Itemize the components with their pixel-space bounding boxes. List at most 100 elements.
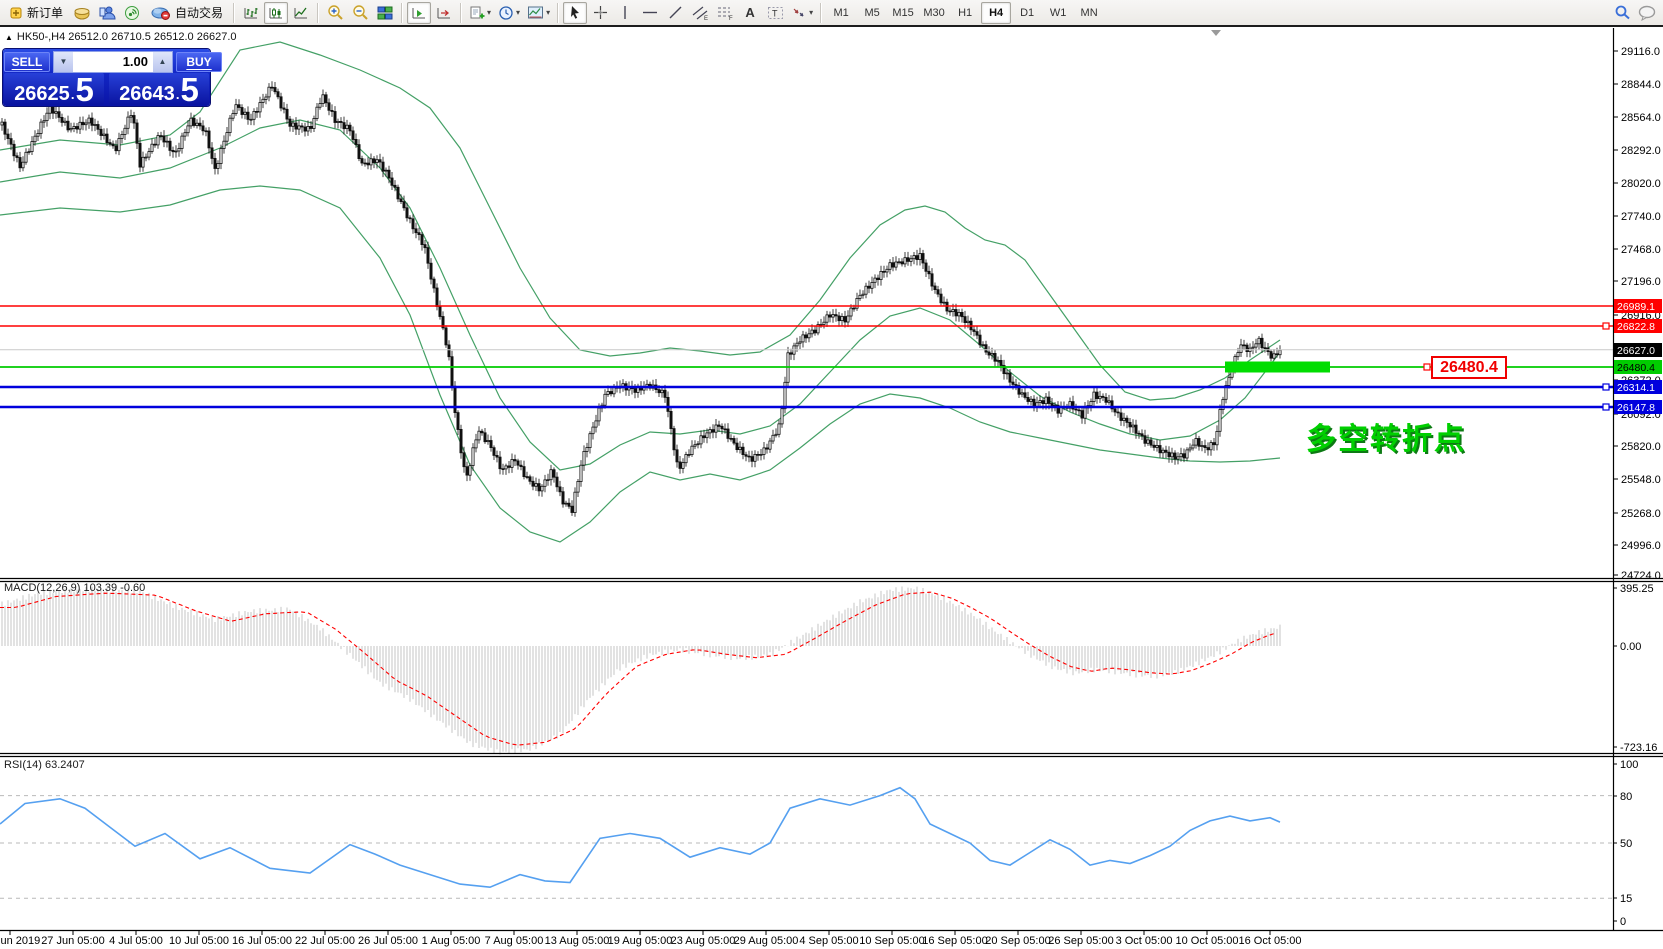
zoom-out-button[interactable] bbox=[348, 2, 372, 24]
separator bbox=[233, 3, 235, 23]
separator bbox=[557, 3, 559, 23]
svg-text:13 Aug 05:00: 13 Aug 05:00 bbox=[545, 935, 610, 947]
periods-button[interactable]: ▾ bbox=[495, 2, 523, 24]
price-flag-26480[interactable]: 26480.4 bbox=[1431, 356, 1507, 379]
chart-annotation-text[interactable]: 多空转折点 bbox=[1306, 414, 1466, 458]
svg-text:0.00: 0.00 bbox=[1620, 641, 1641, 653]
cursor-button[interactable] bbox=[563, 2, 587, 24]
candlestick-chart-button[interactable] bbox=[264, 2, 288, 24]
fibonacci-button[interactable]: F bbox=[713, 2, 737, 24]
collapse-panel-arrow-icon[interactable]: ▲ bbox=[5, 33, 13, 42]
tile-windows-button[interactable] bbox=[373, 2, 397, 24]
svg-text:28020.0: 28020.0 bbox=[1621, 178, 1661, 190]
line-chart-icon bbox=[293, 5, 309, 21]
svg-text:3 Oct 05:00: 3 Oct 05:00 bbox=[1116, 935, 1173, 947]
svg-text:26 Jul 05:00: 26 Jul 05:00 bbox=[358, 935, 418, 947]
zoom-in-button[interactable] bbox=[323, 2, 347, 24]
vertical-line-icon bbox=[619, 5, 631, 20]
svg-text:50: 50 bbox=[1620, 838, 1632, 850]
svg-text:28564.0: 28564.0 bbox=[1621, 112, 1661, 124]
svg-text:7 Aug 05:00: 7 Aug 05:00 bbox=[485, 935, 544, 947]
trendline-button[interactable] bbox=[663, 2, 687, 24]
volume-input[interactable] bbox=[73, 52, 153, 72]
volume-increase-button[interactable]: ▲ bbox=[153, 52, 172, 72]
timeframe-m15[interactable]: M15 bbox=[888, 2, 918, 24]
svg-text:19 Aug 05:00: 19 Aug 05:00 bbox=[608, 935, 673, 947]
svg-text:21 Jun 2019: 21 Jun 2019 bbox=[0, 935, 40, 947]
search-button[interactable] bbox=[1610, 2, 1634, 24]
timeframe-label: W1 bbox=[1050, 7, 1067, 19]
svg-text:29116.0: 29116.0 bbox=[1621, 46, 1660, 58]
sell-price-frac: 5 bbox=[75, 76, 93, 104]
clock-icon bbox=[498, 5, 514, 21]
svg-text:4 Jul 05:00: 4 Jul 05:00 bbox=[109, 935, 163, 947]
caret-icon: ▾ bbox=[809, 8, 813, 17]
timeframe-label: H1 bbox=[958, 7, 972, 19]
svg-text:27196.0: 27196.0 bbox=[1621, 276, 1661, 288]
text-label-icon: T bbox=[767, 5, 784, 21]
templates-button[interactable]: ▾ bbox=[524, 2, 553, 24]
text-button[interactable]: A bbox=[738, 2, 762, 24]
svg-text:26 Sep 05:00: 26 Sep 05:00 bbox=[1048, 935, 1113, 947]
svg-text:24724.0: 24724.0 bbox=[1621, 570, 1661, 582]
timeframe-label: M15 bbox=[892, 7, 913, 19]
svg-text:T: T bbox=[772, 8, 778, 18]
horizontal-line-button[interactable] bbox=[638, 2, 662, 24]
volume-stepper: ▼ ▲ bbox=[53, 51, 173, 73]
chart-canvas[interactable]: 29116.028844.028564.028292.028020.027740… bbox=[0, 27, 1663, 949]
rsi-indicator-label: RSI(14) 63.2407 bbox=[4, 759, 85, 771]
svg-text:28844.0: 28844.0 bbox=[1621, 79, 1661, 91]
timeframe-d1[interactable]: D1 bbox=[1012, 2, 1042, 24]
zoom-out-icon bbox=[352, 4, 369, 21]
zoom-in-icon bbox=[327, 4, 344, 21]
auto-scroll-button[interactable] bbox=[407, 2, 431, 24]
macd-indicator-label: MACD(12,26,9) 103.39 -0.60 bbox=[4, 582, 145, 594]
text-label-button[interactable]: T bbox=[763, 2, 787, 24]
timeframe-m1[interactable]: M1 bbox=[826, 2, 856, 24]
volume-decrease-button[interactable]: ▼ bbox=[54, 52, 73, 72]
chart-shift-button[interactable] bbox=[432, 2, 456, 24]
line-chart-button[interactable] bbox=[289, 2, 313, 24]
timeframe-label: M30 bbox=[923, 7, 944, 19]
new-chart-button[interactable]: ▾ bbox=[466, 2, 494, 24]
svg-text:16 Oct 05:00: 16 Oct 05:00 bbox=[1239, 935, 1302, 947]
trendline-icon bbox=[668, 5, 683, 20]
svg-text:4 Sep 05:00: 4 Sep 05:00 bbox=[799, 935, 858, 947]
svg-text:16 Sep 05:00: 16 Sep 05:00 bbox=[922, 935, 987, 947]
timeframe-label: M5 bbox=[864, 7, 879, 19]
timeframe-h1[interactable]: H1 bbox=[950, 2, 980, 24]
autotrading-button[interactable]: 自动交易 bbox=[145, 2, 229, 24]
timeframe-mn[interactable]: MN bbox=[1074, 2, 1104, 24]
buy-price[interactable]: 26643.5 bbox=[109, 73, 209, 105]
market-watch-button[interactable] bbox=[95, 2, 119, 24]
sell-price[interactable]: 26625.5 bbox=[4, 73, 104, 105]
sponge-icon bbox=[73, 5, 91, 21]
sell-button[interactable]: SELL bbox=[4, 52, 50, 72]
timeframe-m5[interactable]: M5 bbox=[857, 2, 887, 24]
timeframe-h4[interactable]: H4 bbox=[981, 2, 1011, 24]
new-order-button[interactable]: 新订单 bbox=[3, 2, 69, 24]
signals-button[interactable] bbox=[120, 2, 144, 24]
chart-title: ▲ HK50-,H4 26512.0 26710.5 26512.0 26627.… bbox=[5, 31, 237, 43]
caret-icon: ▾ bbox=[546, 8, 550, 17]
timeframe-m30[interactable]: M30 bbox=[919, 2, 949, 24]
separator bbox=[820, 3, 822, 23]
buy-button[interactable]: BUY bbox=[176, 52, 222, 72]
arrows-button[interactable]: ▾ bbox=[788, 2, 816, 24]
equidistant-channel-icon: E bbox=[692, 5, 709, 21]
sell-price-main: 26625 bbox=[14, 84, 70, 104]
svg-text:25268.0: 25268.0 bbox=[1621, 508, 1661, 520]
channel-button[interactable]: E bbox=[688, 2, 712, 24]
crosshair-button[interactable] bbox=[588, 2, 612, 24]
timeframe-w1[interactable]: W1 bbox=[1043, 2, 1073, 24]
bar-chart-button[interactable] bbox=[239, 2, 263, 24]
svg-text:F: F bbox=[729, 16, 733, 21]
tile-windows-icon bbox=[377, 5, 393, 21]
sponge-button[interactable] bbox=[70, 2, 94, 24]
buy-price-frac: 5 bbox=[180, 76, 198, 104]
svg-text:27740.0: 27740.0 bbox=[1621, 211, 1661, 223]
chart-title-text: HK50-,H4 26512.0 26710.5 26512.0 26627.0 bbox=[17, 31, 237, 43]
chat-button[interactable] bbox=[1635, 2, 1660, 24]
horizontal-line-icon bbox=[642, 5, 658, 20]
vertical-line-button[interactable] bbox=[613, 2, 637, 24]
